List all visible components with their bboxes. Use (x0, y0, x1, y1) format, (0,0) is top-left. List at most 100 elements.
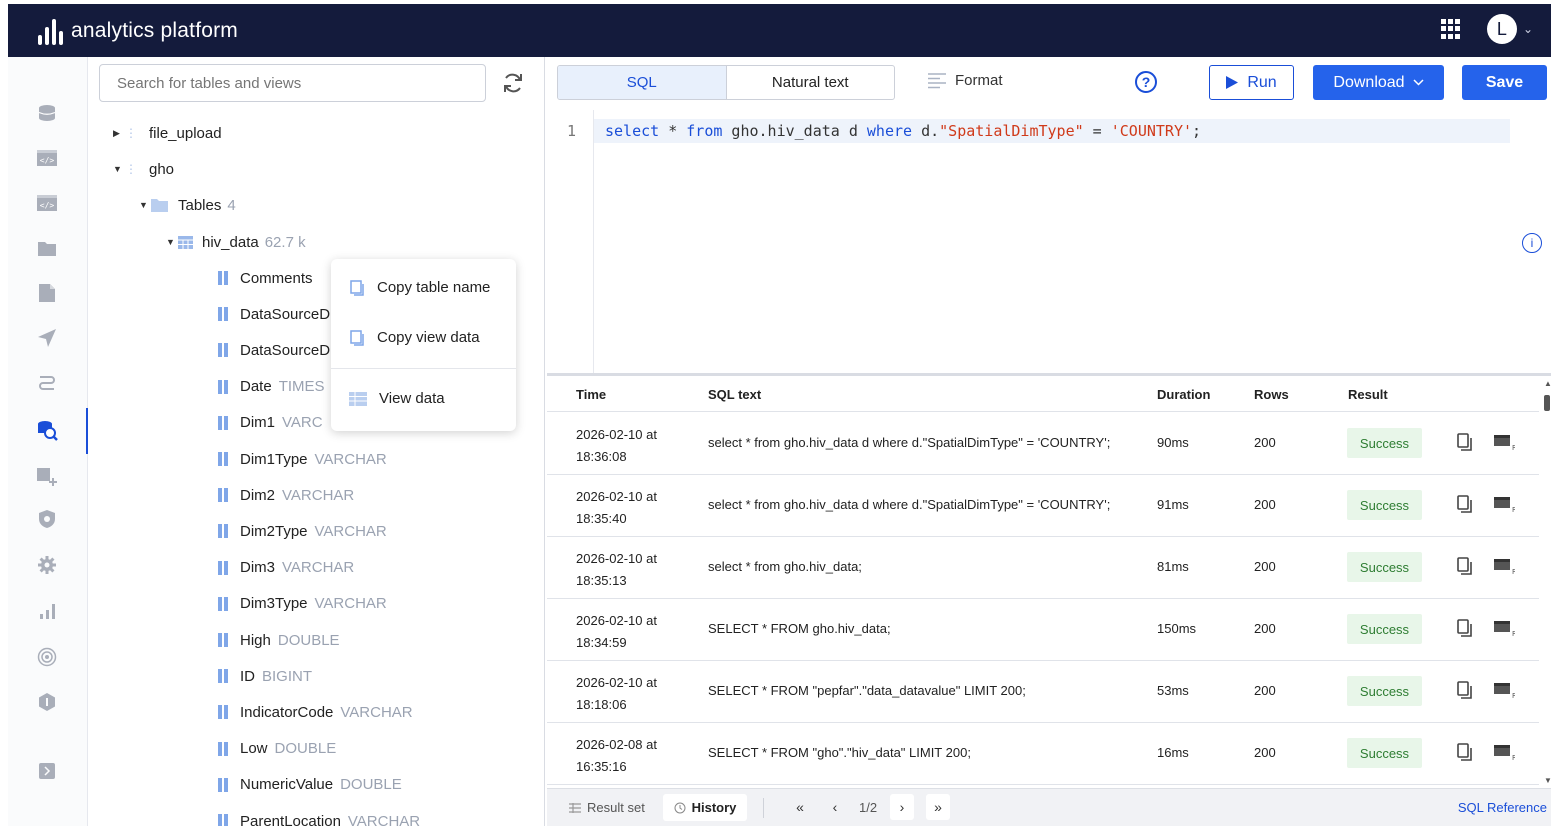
tree-node-schema[interactable]: ▶ ⋮ file_upload (113, 119, 222, 147)
tree-node-column[interactable]: Dim3Type VARCHAR (218, 590, 387, 618)
copy-icon[interactable] (1457, 743, 1473, 764)
folder-icon[interactable] (36, 237, 58, 259)
collapse-icon[interactable]: ▼ (139, 200, 151, 210)
table-row[interactable]: 2026-02-10 at 18:35:13 select * from gho.h… (547, 537, 1539, 599)
table-row[interactable]: 2026-02-10 at 18:18:06 SELECT * FROM "pepf… (547, 661, 1539, 723)
table-name: hiv_data (202, 233, 259, 251)
sql-editor[interactable]: 1 select * from gho.hiv_data d where d."… (547, 110, 1551, 376)
download-button[interactable]: Download (1313, 65, 1444, 100)
column-name: Dim2Type (240, 522, 308, 540)
help-icon[interactable]: ? (1135, 71, 1157, 93)
search-input[interactable] (99, 64, 486, 102)
code-editor-icon[interactable]: </> (36, 147, 58, 169)
tree-node-column[interactable]: DataSourceD (218, 336, 337, 364)
tree-node-column[interactable]: Dim1Type VARCHAR (218, 445, 387, 473)
tree-node-column[interactable]: Dim2 VARCHAR (218, 481, 354, 509)
copy-icon[interactable] (1457, 495, 1473, 516)
tree-node-column[interactable]: NumericValue DOUBLE (218, 771, 402, 799)
last-page-button[interactable]: » (926, 794, 950, 820)
prev-page-button[interactable]: ‹ (823, 794, 847, 820)
table-row[interactable]: 2026-02-08 at 16:35:16 SELECT * FROM "gho"… (547, 723, 1539, 785)
copy-icon[interactable] (1457, 681, 1473, 702)
scroll-down-icon[interactable]: ▼ (1544, 776, 1551, 785)
table-row[interactable]: 2026-02-10 at 18:35:40 select * from gho.h… (547, 475, 1539, 537)
database-icon[interactable] (36, 102, 58, 124)
tree-node-column[interactable]: High DOUBLE (218, 626, 340, 654)
copy-table-name-menu-item[interactable]: Copy table name (349, 279, 490, 296)
rows-cell: 200 (1254, 745, 1276, 760)
open-in-editor-icon[interactable]: R (1493, 743, 1517, 764)
bar-chart-icon[interactable] (36, 600, 58, 622)
column-icon (218, 415, 228, 430)
collapse-icon[interactable]: ▼ (113, 164, 125, 174)
column-type: DOUBLE (277, 631, 340, 649)
broadcast-icon[interactable] (36, 646, 58, 668)
table-row[interactable]: 2026-02-10 at 18:36:08 select * from gho.h… (547, 413, 1539, 475)
expand-icon[interactable]: ▶ (113, 128, 125, 139)
tree-node-column[interactable]: ParentLocation VARCHAR (218, 807, 420, 826)
api-icon[interactable] (36, 691, 58, 713)
tree-node-column[interactable]: Date TIMES (218, 373, 325, 401)
avatar[interactable]: L (1486, 14, 1517, 44)
next-page-button[interactable]: › (890, 794, 914, 820)
tree-node-column[interactable]: Comments (218, 264, 320, 292)
scroll-thumb[interactable] (1544, 395, 1550, 411)
copy-icon[interactable] (1457, 619, 1473, 640)
logo-icon (38, 17, 63, 45)
user-menu[interactable]: L ⌄ (1486, 14, 1533, 44)
tab-natural-text[interactable]: Natural text (727, 66, 895, 99)
history-tab[interactable]: History (663, 794, 747, 821)
tab-sql[interactable]: SQL (558, 66, 727, 99)
format-button[interactable]: Format (928, 72, 1003, 89)
tree-node-folder[interactable]: ▼ Tables 4 (139, 191, 236, 219)
tree-node-column[interactable]: ID BIGINT (218, 662, 312, 690)
document-icon[interactable] (36, 282, 58, 304)
pipeline-icon[interactable] (36, 372, 58, 394)
tree-node-column[interactable]: Dim3 VARCHAR (218, 554, 354, 582)
tree-node-column[interactable]: Dim2Type VARCHAR (218, 517, 387, 545)
tree-node-column[interactable]: IndicatorCode VARCHAR (218, 698, 413, 726)
view-data-menu-item[interactable]: View data (349, 390, 445, 407)
tree-node-column[interactable]: Low DOUBLE (218, 735, 336, 763)
info-icon[interactable]: i (1522, 233, 1542, 253)
send-icon[interactable] (36, 327, 58, 349)
tree-node-column[interactable]: Dim1 VARC (218, 409, 323, 437)
copy-view-data-menu-item[interactable]: Copy view data (349, 329, 480, 346)
schema-name: gho (149, 160, 175, 178)
column-icon (218, 669, 228, 684)
tree-node-column[interactable]: DataSourceD (218, 300, 337, 328)
save-button[interactable]: Save (1462, 65, 1547, 100)
sql-reference-link[interactable]: SQL Reference (1458, 800, 1547, 815)
copy-icon[interactable] (1457, 557, 1473, 578)
rows-cell: 200 (1254, 683, 1276, 698)
code-line[interactable]: select * from gho.hiv_data d where d."Sp… (605, 122, 1201, 140)
svg-text:</>: </> (40, 201, 55, 210)
apps-grid-icon[interactable] (1440, 19, 1461, 39)
collapse-sidebar-icon[interactable] (36, 760, 58, 782)
rows-cell: 200 (1254, 621, 1276, 636)
header-result: Result (1348, 387, 1388, 402)
sql-lab-icon[interactable] (36, 419, 58, 441)
scroll-up-icon[interactable]: ▲ (1544, 379, 1551, 388)
result-set-tab[interactable]: Result set (569, 800, 645, 815)
tree-node-schema[interactable]: ▼ ⋮ gho (113, 155, 174, 183)
table-row[interactable]: 2026-02-10 at 18:34:59 SELECT * FROM gho.h… (547, 599, 1539, 661)
open-in-editor-icon[interactable]: R (1493, 619, 1517, 640)
copy-icon (350, 329, 364, 346)
open-in-editor-icon[interactable]: R (1493, 433, 1517, 454)
copy-icon[interactable] (1457, 433, 1473, 454)
scrollbar[interactable]: ▲ ▼ (1541, 377, 1551, 787)
collapse-icon[interactable]: ▼ (166, 237, 178, 247)
refresh-icon[interactable] (501, 71, 527, 97)
code-view-icon[interactable]: </> (36, 192, 58, 214)
first-page-button[interactable]: « (788, 794, 812, 820)
open-in-editor-icon[interactable]: R (1493, 495, 1517, 516)
shield-icon[interactable] (36, 508, 58, 530)
column-name: Dim3 (240, 559, 276, 577)
run-button[interactable]: Run (1209, 65, 1294, 100)
add-widget-icon[interactable] (36, 465, 58, 487)
open-in-editor-icon[interactable]: R (1493, 557, 1517, 578)
gear-icon[interactable] (36, 554, 58, 576)
tree-node-table[interactable]: ▼ hiv_data 62.7 k (166, 228, 306, 256)
open-in-editor-icon[interactable]: R (1493, 681, 1517, 702)
